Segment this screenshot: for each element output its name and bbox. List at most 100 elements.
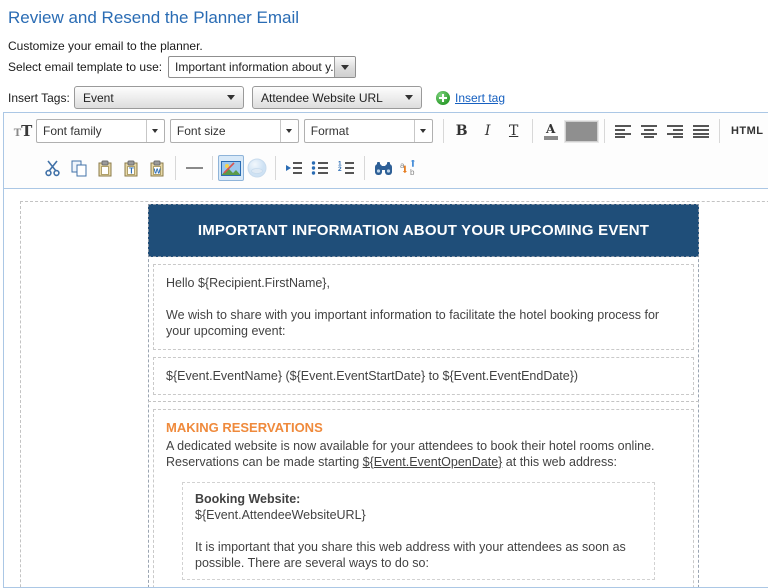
template-select[interactable]: Important information about y... (168, 56, 356, 78)
booking-website-label: Booking Website: (195, 492, 300, 506)
booking-website-block[interactable]: Booking Website: ${Event.AttendeeWebsite… (182, 482, 655, 580)
reservations-heading: MAKING RESERVATIONS (166, 420, 681, 436)
insert-tag-link[interactable]: Insert tag (436, 91, 505, 105)
find-replace-button[interactable]: ab (396, 155, 422, 181)
align-center-icon (640, 124, 658, 138)
toolbar-separator (175, 156, 176, 180)
toolbar-separator (443, 119, 444, 143)
tag-category-value: Event (83, 91, 227, 105)
paste-icon (97, 160, 114, 177)
booking-website-lines: Booking Website: ${Event.AttendeeWebsite… (195, 491, 642, 523)
font-color-icon: A (544, 123, 558, 140)
copy-button[interactable] (66, 155, 92, 181)
region-divider (148, 401, 699, 402)
copy-icon (71, 160, 88, 177)
bullet-list-button[interactable] (307, 155, 333, 181)
svg-text:b: b (410, 168, 415, 176)
toolbar-separator (604, 119, 605, 143)
chevron-down-icon (405, 95, 413, 100)
insert-image-button[interactable] (218, 155, 244, 181)
tag-category-dropdown[interactable]: Event (74, 86, 244, 109)
svg-text:T: T (129, 166, 134, 175)
share-instructions: It is important that you share this web … (195, 539, 642, 571)
chevron-down-icon[interactable] (146, 120, 164, 142)
paste-from-word-button[interactable]: W (144, 155, 170, 181)
indent-button[interactable] (281, 155, 307, 181)
toolbar-separator (364, 156, 365, 180)
attendee-website-url-tag: ${Event.AttendeeWebsiteURL} (195, 508, 366, 522)
template-select-value[interactable]: Important information about y... (169, 57, 334, 77)
email-banner[interactable]: IMPORTANT INFORMATION ABOUT YOUR UPCOMIN… (148, 204, 699, 257)
align-center-button[interactable] (636, 118, 662, 144)
editor-content-area[interactable]: IMPORTANT INFORMATION ABOUT YOUR UPCOMIN… (4, 188, 768, 587)
font-size-value: Font size (171, 120, 280, 142)
template-select-label: Select email template to use: (8, 60, 168, 74)
underline-icon: T (509, 123, 518, 139)
toolbar-separator (275, 156, 276, 180)
italic-icon: I (485, 123, 491, 139)
find-button[interactable] (370, 155, 396, 181)
numbered-list-button[interactable]: 12 (333, 155, 359, 181)
email-banner-text: IMPORTANT INFORMATION ABOUT YOUR UPCOMIN… (198, 222, 649, 239)
paste-button[interactable] (92, 155, 118, 181)
font-color-button[interactable]: A (538, 118, 564, 144)
italic-button[interactable]: I (475, 118, 501, 144)
media-globe-icon (247, 158, 267, 178)
chevron-down-icon[interactable] (280, 120, 298, 142)
font-family-value: Font family (37, 120, 146, 142)
align-right-button[interactable] (662, 118, 688, 144)
tag-name-value: Attendee Website URL (261, 91, 405, 105)
align-justify-button[interactable] (688, 118, 714, 144)
tag-name-dropdown[interactable]: Attendee Website URL (252, 86, 422, 109)
chevron-down-icon[interactable] (414, 120, 432, 142)
horizontal-rule-button[interactable] (181, 155, 207, 181)
bullet-list-icon (311, 161, 329, 175)
template-select-row: Select email template to use: Important … (8, 56, 356, 78)
insert-tags-row: Insert Tags: Event Attendee Website URL … (8, 86, 505, 109)
bold-icon: B (456, 123, 468, 139)
image-icon (221, 161, 241, 176)
html-mode-button[interactable]: HTML (724, 118, 768, 144)
editor-toolbar-row2: T W 12 ab (4, 149, 768, 187)
email-body-column[interactable]: IMPORTANT INFORMATION ABOUT YOUR UPCOMIN… (148, 204, 699, 587)
font-size-select[interactable]: Font size (170, 119, 299, 143)
svg-text:W: W (153, 166, 161, 175)
format-value: Format (305, 120, 414, 142)
numbered-list-icon: 12 (337, 161, 355, 175)
horizontal-rule-icon (186, 167, 203, 169)
paste-from-word-icon: W (149, 160, 166, 177)
format-select[interactable]: Format (304, 119, 433, 143)
reservations-block[interactable]: MAKING RESERVATIONS A dedicated website … (153, 409, 694, 587)
event-line: ${Event.EventName} (${Event.EventStartDa… (166, 368, 681, 384)
cut-button[interactable] (40, 155, 66, 181)
indent-icon (285, 161, 303, 175)
svg-text:2: 2 (338, 166, 342, 173)
green-plus-icon (436, 91, 450, 105)
font-family-select[interactable]: Font family (36, 119, 165, 143)
page-title: Review and Resend the Planner Email (8, 8, 299, 28)
event-name-block[interactable]: ${Event.EventName} (${Event.EventStartDa… (153, 357, 694, 395)
toolbar-separator (719, 119, 720, 143)
insert-tag-link-label: Insert tag (455, 91, 505, 105)
editor-toolbar-row1: TT Font family Font size Format B I T A (4, 113, 768, 149)
page-subtitle: Customize your email to the planner. (8, 39, 203, 53)
template-select-arrow-button[interactable] (334, 57, 355, 77)
greeting-line: Hello ${Recipient.FirstName}, (166, 275, 681, 291)
intro-line: We wish to share with you important info… (166, 307, 681, 339)
scissors-icon (44, 160, 62, 177)
insert-tags-label: Insert Tags: (8, 91, 74, 105)
greeting-block[interactable]: Hello ${Recipient.FirstName}, We wish to… (153, 264, 694, 350)
bold-button[interactable]: B (449, 118, 475, 144)
background-color-button[interactable] (564, 118, 599, 144)
insert-media-button[interactable] (244, 155, 270, 181)
align-left-icon (614, 124, 632, 138)
email-template-region[interactable]: IMPORTANT INFORMATION ABOUT YOUR UPCOMIN… (20, 201, 768, 587)
reservations-paragraph: A dedicated website is now available for… (166, 438, 681, 470)
chevron-down-icon (341, 65, 349, 70)
underline-button[interactable]: T (501, 118, 527, 144)
open-date-tag[interactable]: ${Event.EventOpenDate} (363, 455, 503, 469)
align-left-button[interactable] (610, 118, 636, 144)
toggle-toolbar-icon[interactable]: TT (10, 118, 36, 144)
align-justify-icon (692, 124, 710, 138)
paste-plain-text-button[interactable]: T (118, 155, 144, 181)
